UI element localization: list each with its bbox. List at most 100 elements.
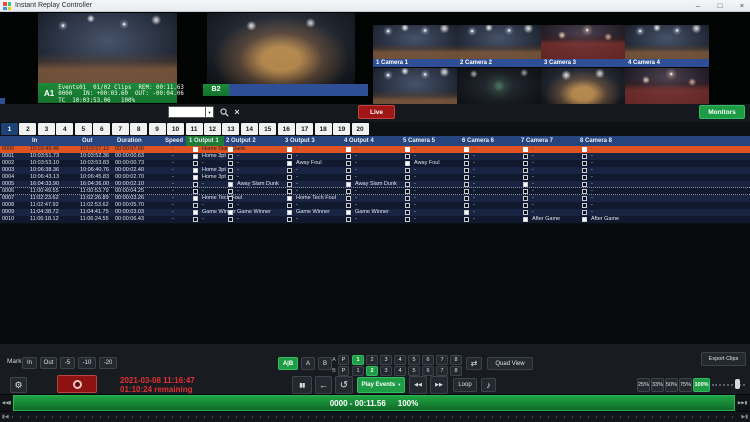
swap-icon[interactable]: ⇄	[466, 357, 482, 370]
live-button[interactable]: Live	[358, 105, 395, 119]
event-checkbox[interactable]	[582, 217, 587, 222]
mark-button-in[interactable]: In	[22, 357, 37, 369]
event-checkbox[interactable]	[193, 147, 198, 152]
camera-select-b-6[interactable]: 6	[422, 366, 434, 376]
tab-2[interactable]: 2	[19, 123, 36, 135]
camera-select-a-7[interactable]: 7	[436, 355, 448, 365]
event-checkbox[interactable]	[523, 175, 528, 180]
p-button-b[interactable]: P	[338, 366, 349, 376]
event-checkbox[interactable]	[346, 175, 351, 180]
table-row[interactable]: 000516:04:33.9016:04:36.0000:00:02.10--A…	[0, 181, 750, 188]
event-checkbox[interactable]	[582, 203, 587, 208]
zoom-25pct[interactable]: 25%	[637, 378, 650, 392]
event-checkbox[interactable]	[346, 147, 351, 152]
event-checkbox[interactable]	[287, 196, 292, 201]
event-checkbox[interactable]	[346, 182, 351, 187]
event-checkbox[interactable]	[287, 161, 292, 166]
camera-select-b-7[interactable]: 7	[436, 366, 448, 376]
event-checkbox[interactable]	[228, 182, 233, 187]
event-checkbox[interactable]	[228, 154, 233, 159]
tab-9[interactable]: 9	[149, 123, 166, 135]
camera-select-a-1[interactable]: 1	[352, 355, 364, 365]
event-checkbox[interactable]	[405, 154, 410, 159]
timeline-end-icon[interactable]: ▶▮	[741, 412, 748, 422]
search-dropdown-icon[interactable]: ▾	[206, 106, 214, 118]
channel-b-button[interactable]: B	[318, 357, 332, 370]
table-row[interactable]: 000611:00:49.5511:00:53.7900:00:04.25---…	[0, 188, 750, 195]
tab-1[interactable]: 1	[1, 123, 18, 135]
event-checkbox[interactable]	[405, 210, 410, 215]
camera-select-a-6[interactable]: 6	[422, 355, 434, 365]
event-checkbox[interactable]	[405, 168, 410, 173]
event-checkbox[interactable]	[193, 168, 198, 173]
zoom-33pct[interactable]: 33%	[651, 378, 664, 392]
tab-15[interactable]: 15	[259, 123, 276, 135]
tab-8[interactable]: 8	[130, 123, 147, 135]
quad-view-button[interactable]: Quad View	[487, 357, 533, 370]
event-checkbox[interactable]	[405, 196, 410, 201]
event-checkbox[interactable]	[464, 217, 469, 222]
loop-button[interactable]: Loop	[453, 378, 477, 392]
tab-5[interactable]: 5	[75, 123, 92, 135]
maximize-icon[interactable]: □	[712, 0, 728, 12]
camera-thumb-4[interactable]: 4 Camera 4	[625, 25, 709, 67]
table-row[interactable]: 000410:06:43.1310:06:45.8300:00:02.70-Ho…	[0, 174, 750, 181]
search-icon[interactable]	[218, 106, 230, 118]
camera-select-a-3[interactable]: 3	[380, 355, 392, 365]
event-checkbox[interactable]	[228, 175, 233, 180]
tab-13[interactable]: 13	[222, 123, 239, 135]
event-checkbox[interactable]	[193, 161, 198, 166]
table-row[interactable]: 000210:03:53.1010:03:53.8300:00:00.73---…	[0, 160, 750, 167]
event-checkbox[interactable]	[464, 189, 469, 194]
zoom-slider-handle[interactable]	[735, 379, 740, 389]
event-checkbox[interactable]	[464, 168, 469, 173]
timeline-scrubber[interactable]: ▮◀ ▶▮	[0, 412, 750, 422]
next-icon[interactable]: ▶▶	[430, 376, 448, 394]
search-clear-icon[interactable]: ×	[231, 106, 243, 118]
event-checkbox[interactable]	[193, 203, 198, 208]
camera-select-b-2[interactable]: 2	[366, 366, 378, 376]
event-checkbox[interactable]	[582, 154, 587, 159]
progress-prev-icon[interactable]: ◀◀▮	[0, 395, 13, 411]
event-checkbox[interactable]	[405, 217, 410, 222]
event-checkbox[interactable]	[464, 175, 469, 180]
event-checkbox[interactable]	[523, 189, 528, 194]
table-row[interactable]: 000110:03:51.7310:03:52.3600:00:00.63-Ho…	[0, 153, 750, 160]
table-row[interactable]: 001011:06:18.1211:06:24.5500:00:06.43---…	[0, 216, 750, 223]
camera-select-b-4[interactable]: 4	[394, 366, 406, 376]
event-checkbox[interactable]	[228, 168, 233, 173]
event-checkbox[interactable]	[228, 147, 233, 152]
event-checkbox[interactable]	[193, 217, 198, 222]
tab-18[interactable]: 18	[315, 123, 332, 135]
table-row[interactable]: 000711:02:23.6211:02:26.8900:00:03.26-Ho…	[0, 195, 750, 202]
audio-note-icon[interactable]: ♪	[481, 378, 496, 392]
event-checkbox[interactable]	[582, 161, 587, 166]
event-checkbox[interactable]	[228, 217, 233, 222]
event-checkbox[interactable]	[346, 196, 351, 201]
event-checkbox[interactable]	[346, 203, 351, 208]
event-checkbox[interactable]	[287, 210, 292, 215]
tab-10[interactable]: 10	[167, 123, 184, 135]
tab-7[interactable]: 7	[112, 123, 129, 135]
event-checkbox[interactable]	[193, 182, 198, 187]
progress-next-icon[interactable]: ▶▶▮	[735, 395, 750, 411]
tab-3[interactable]: 3	[38, 123, 55, 135]
event-checkbox[interactable]	[464, 154, 469, 159]
event-checkbox[interactable]	[523, 217, 528, 222]
event-checkbox[interactable]	[193, 175, 198, 180]
p-button-a[interactable]: P	[338, 355, 349, 365]
camera-select-b-3[interactable]: 3	[380, 366, 392, 376]
zoom-slider[interactable]	[712, 384, 745, 386]
camera-select-b-1[interactable]: 1	[352, 366, 364, 376]
event-checkbox[interactable]	[405, 189, 410, 194]
event-checkbox[interactable]	[523, 168, 528, 173]
mark-button-out[interactable]: Out	[40, 357, 57, 369]
camera-select-a-5[interactable]: 5	[408, 355, 420, 365]
event-checkbox[interactable]	[287, 175, 292, 180]
event-checkbox[interactable]	[582, 147, 587, 152]
camera-select-b-5[interactable]: 5	[408, 366, 420, 376]
mark-button-10[interactable]: -10	[78, 357, 96, 369]
camera-select-a-2[interactable]: 2	[366, 355, 378, 365]
event-checkbox[interactable]	[405, 175, 410, 180]
zoom-100pct[interactable]: 100%	[693, 378, 710, 392]
